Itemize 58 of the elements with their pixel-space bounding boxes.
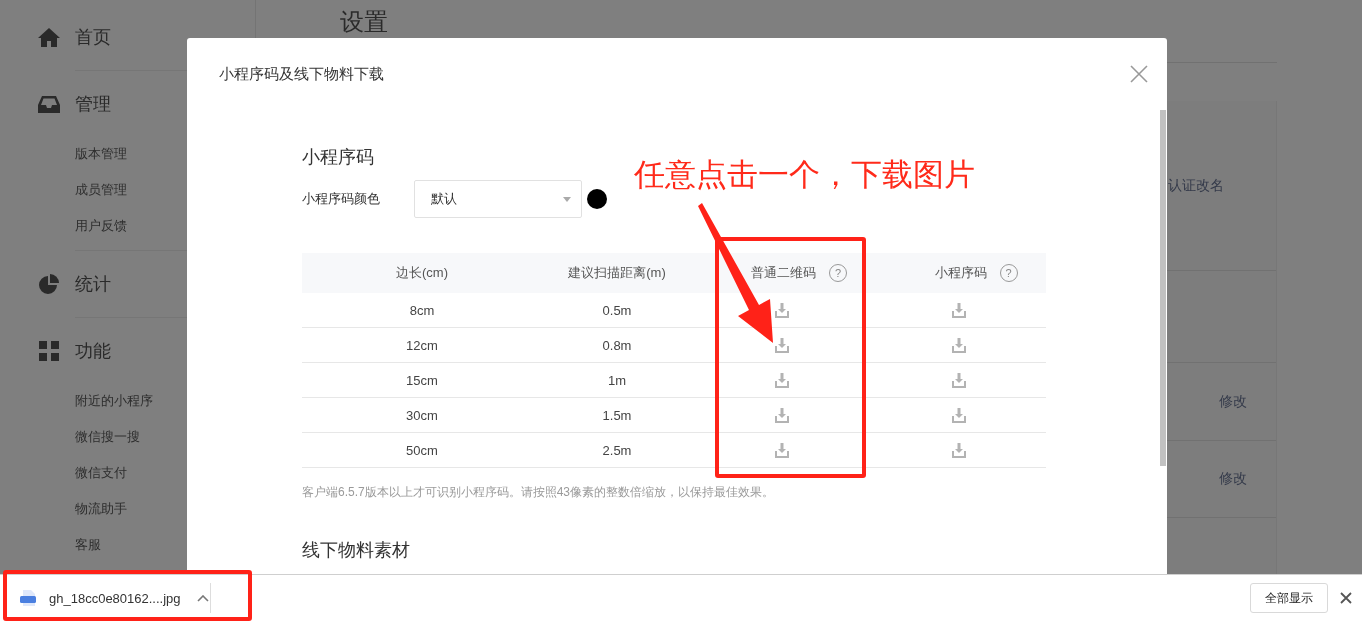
select-value: 默认 bbox=[431, 190, 457, 208]
download-icon[interactable] bbox=[773, 407, 791, 423]
nav-item[interactable]: 首页 bbox=[75, 25, 111, 49]
nav-subitem[interactable]: 用户反馈 bbox=[75, 208, 127, 244]
header-label: 边长(cm) bbox=[396, 264, 448, 282]
nav-subitem[interactable]: 微信支付 bbox=[75, 455, 127, 491]
section-heading: 线下物料素材 bbox=[302, 539, 410, 561]
table-cell: 0.5m bbox=[542, 293, 692, 328]
section-heading: 小程序码 bbox=[302, 146, 374, 168]
page-title: 设置 bbox=[340, 7, 388, 37]
grid-icon bbox=[38, 341, 60, 361]
download-icon[interactable] bbox=[773, 337, 791, 353]
download-icon[interactable] bbox=[950, 372, 968, 388]
setting-label: 认证改名 bbox=[1168, 176, 1224, 195]
table-cell: 50cm bbox=[302, 433, 542, 468]
note-text: 客户端6.5.7版本以上才可识别小程序码。请按照43像素的整数倍缩放，以保持最佳效果。 bbox=[302, 484, 775, 501]
inbox-icon bbox=[38, 94, 60, 114]
nav-subitem[interactable]: 物流助手 bbox=[75, 491, 127, 527]
nav-subitem[interactable]: 版本管理 bbox=[75, 136, 127, 172]
nav-subitem[interactable]: 附近的小程序 bbox=[75, 383, 153, 419]
download-icon[interactable] bbox=[950, 407, 968, 423]
nav-subitem[interactable]: 客服 bbox=[75, 527, 101, 563]
chevron-up-icon[interactable] bbox=[196, 594, 209, 602]
caret-icon bbox=[563, 196, 571, 202]
close-icon[interactable] bbox=[1340, 592, 1352, 604]
pie-chart-icon bbox=[38, 273, 60, 295]
home-icon bbox=[38, 27, 60, 47]
download-icon[interactable] bbox=[773, 302, 791, 318]
table-cell: 8cm bbox=[302, 293, 542, 328]
dialog-title: 小程序码及线下物料下载 bbox=[219, 64, 384, 84]
table-cell: 12cm bbox=[302, 328, 542, 363]
edit-link[interactable]: 修改 bbox=[1219, 470, 1247, 488]
header-label: 建议扫描距离(m) bbox=[568, 264, 666, 282]
download-icon[interactable] bbox=[950, 337, 968, 353]
image-file-icon[interactable] bbox=[20, 590, 36, 606]
edit-link[interactable]: 修改 bbox=[1219, 392, 1247, 411]
table-cell: 15cm bbox=[302, 363, 542, 398]
table-cell: 1m bbox=[542, 363, 692, 398]
download-icon[interactable] bbox=[773, 372, 791, 388]
nav-item[interactable]: 管理 bbox=[75, 92, 111, 116]
table-cell: 1.5m bbox=[542, 398, 692, 433]
nav-item[interactable]: 统计 bbox=[75, 272, 111, 296]
table-cell: 30cm bbox=[302, 398, 542, 433]
download-icon[interactable] bbox=[773, 442, 791, 458]
scrollbar[interactable] bbox=[1160, 110, 1166, 466]
table-cell: 0.8m bbox=[542, 328, 692, 363]
nav-subitem[interactable]: 成员管理 bbox=[75, 172, 127, 208]
field-label: 小程序码颜色 bbox=[302, 190, 381, 208]
show-all-button[interactable]: 全部显示 bbox=[1250, 583, 1328, 613]
table-cell: 2.5m bbox=[542, 433, 692, 468]
color-select[interactable]: 默认 bbox=[414, 180, 582, 218]
header-label: 小程序码 bbox=[934, 264, 987, 282]
nav-item[interactable]: 功能 bbox=[75, 339, 111, 363]
download-icon[interactable] bbox=[950, 302, 968, 318]
file-name[interactable]: gh_18cc0e80162....jpg bbox=[49, 590, 181, 606]
download-icon[interactable] bbox=[950, 442, 968, 458]
annotation-text: 任意点击一个，下载图片 bbox=[634, 156, 975, 194]
header-label: 普通二维码 bbox=[751, 264, 816, 282]
